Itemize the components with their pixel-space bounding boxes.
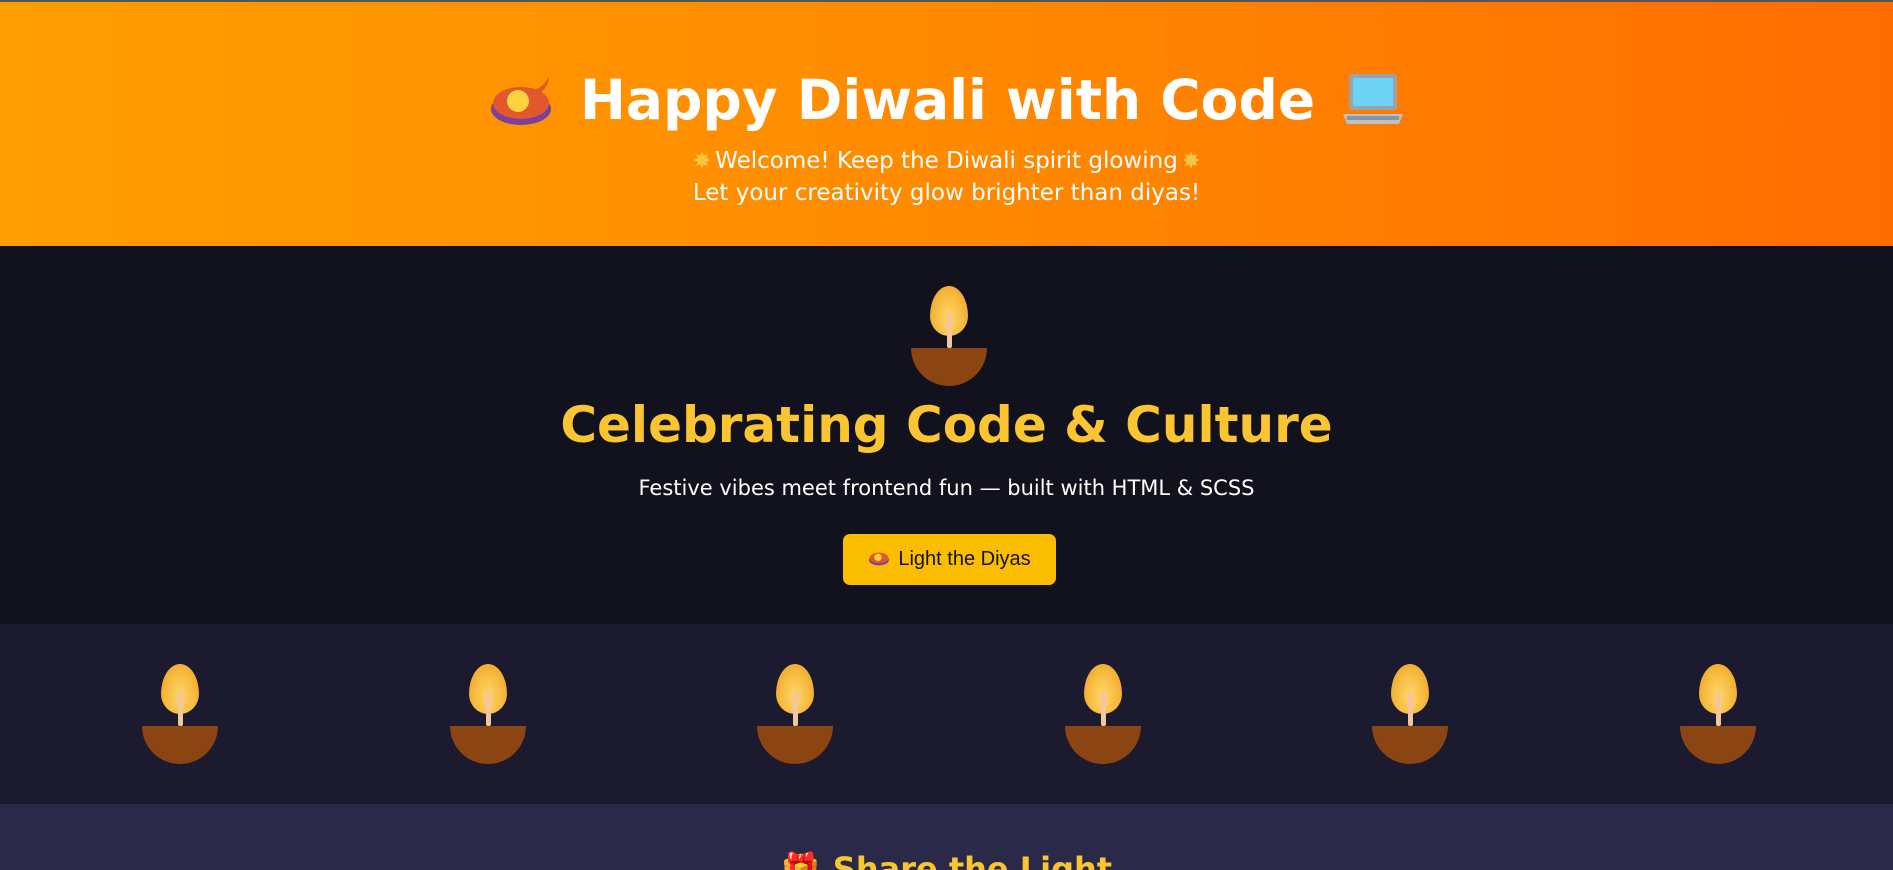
hero-diya — [911, 286, 987, 386]
laptop-icon — [1341, 70, 1405, 130]
wick — [1101, 692, 1106, 726]
diya-row — [0, 624, 1893, 804]
share-heading: 🎁 Share the Light — [0, 850, 1893, 870]
diya-item[interactable] — [1372, 664, 1448, 764]
header-title-row: Happy Diwali with Code — [0, 2, 1893, 138]
diya-bowl — [1372, 726, 1448, 764]
wick — [178, 692, 183, 726]
diya-item[interactable] — [450, 664, 526, 764]
light-diyas-label: Light the Diyas — [898, 548, 1031, 570]
gift-icon: 🎁 — [780, 850, 821, 870]
diya-bowl — [142, 726, 218, 764]
diya-bowl — [1065, 726, 1141, 764]
diya-item[interactable] — [757, 664, 833, 764]
diya-bowl — [1680, 726, 1756, 764]
light-diyas-button[interactable]: Light the Diyas — [843, 534, 1056, 585]
page-header: Happy Diwali with Code ✸ Welcome! Keep t… — [0, 2, 1893, 246]
welcome-text: Welcome! Keep the Diwali spirit glowing — [715, 148, 1178, 174]
share-title: Share the Light — [832, 850, 1113, 870]
share-section: 🎁 Share the Light — [0, 804, 1893, 870]
diya-item[interactable] — [1680, 664, 1756, 764]
wick — [486, 692, 491, 726]
diya-lamp-icon — [868, 547, 890, 573]
diya-item[interactable] — [1065, 664, 1141, 764]
diya-bowl — [757, 726, 833, 764]
page-title: Happy Diwali with Code — [579, 68, 1316, 132]
diya-bowl — [911, 348, 987, 386]
diya-lamp-icon — [488, 71, 554, 129]
wick — [1408, 692, 1413, 726]
hero-section: Celebrating Code & Culture Festive vibes… — [0, 246, 1893, 735]
wick — [793, 692, 798, 726]
welcome-line: ✸ Welcome! Keep the Diwali spirit glowin… — [0, 148, 1893, 174]
hero-subtitle: Festive vibes meet frontend fun — built … — [638, 476, 1255, 500]
diya-bowl — [450, 726, 526, 764]
header-tagline: Let your creativity glow brighter than d… — [692, 180, 1201, 206]
wick — [1716, 692, 1721, 726]
wick — [947, 314, 952, 348]
diya-item[interactable] — [142, 664, 218, 764]
sparkle-icon: ✸ — [692, 148, 712, 174]
hero-title: Celebrating Code & Culture — [560, 396, 1333, 454]
sparkle-icon: ✸ — [1181, 148, 1201, 174]
